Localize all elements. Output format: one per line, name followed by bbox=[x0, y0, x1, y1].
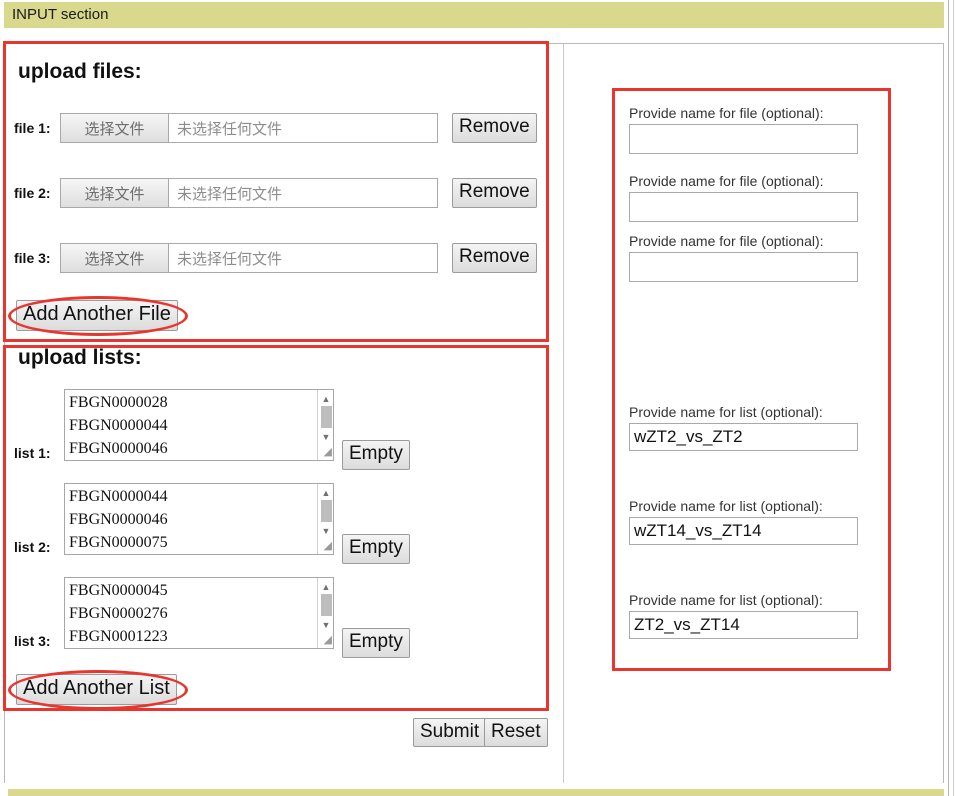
column-divider bbox=[563, 44, 564, 783]
list-name-label: Provide name for list (optional): bbox=[629, 498, 823, 514]
triangle-down-icon[interactable]: ▼ bbox=[318, 524, 333, 538]
choose-file-button[interactable]: 选择文件 bbox=[61, 114, 169, 142]
scrollbar-thumb[interactable] bbox=[321, 500, 332, 522]
triangle-up-icon[interactable]: ▲ bbox=[318, 580, 333, 594]
list-name-label: Provide name for list (optional): bbox=[629, 592, 823, 608]
section-footer-bar bbox=[8, 789, 944, 796]
reset-button[interactable]: Reset bbox=[484, 718, 548, 747]
file-name-label: Provide name for file (optional): bbox=[629, 233, 824, 249]
input-section-page: INPUT section upload files: file 1: 选择文件… bbox=[0, 0, 955, 796]
list-textarea-1[interactable]: FBGN0000028 FBGN0000044 FBGN0000046 ▲ ▼ … bbox=[64, 389, 334, 461]
list-row-label: list 3: bbox=[14, 633, 51, 649]
upload-lists-heading: upload lists: bbox=[18, 346, 142, 369]
list-row: list 3: FBGN0000045 FBGN0000276 FBGN0001… bbox=[14, 577, 534, 653]
add-another-list-button[interactable]: Add Another List bbox=[16, 674, 177, 705]
remove-file-button-2[interactable]: Remove bbox=[452, 178, 537, 208]
file-name-group-1: Provide name for file (optional): bbox=[629, 105, 858, 154]
file-row: file 3: 选择文件 未选择任何文件 bbox=[14, 243, 438, 273]
list-row: list 1: FBGN0000028 FBGN0000044 FBGN0000… bbox=[14, 389, 534, 465]
file-input-2[interactable]: 选择文件 未选择任何文件 bbox=[60, 178, 438, 208]
list-row: list 2: FBGN0000044 FBGN0000046 FBGN0000… bbox=[14, 483, 534, 559]
choose-file-button[interactable]: 选择文件 bbox=[61, 244, 169, 272]
empty-list-button-2[interactable]: Empty bbox=[342, 534, 410, 564]
file-name-group-3: Provide name for file (optional): bbox=[629, 233, 858, 282]
file-name-input-1[interactable] bbox=[629, 124, 858, 154]
remove-file-button-3[interactable]: Remove bbox=[452, 243, 537, 273]
file-input-1[interactable]: 选择文件 未选择任何文件 bbox=[60, 113, 438, 143]
list-name-group-2: Provide name for list (optional): bbox=[629, 498, 858, 545]
file-name-display: 未选择任何文件 bbox=[177, 119, 283, 138]
scrollbar-thumb[interactable] bbox=[321, 594, 332, 616]
file-name-label: Provide name for file (optional): bbox=[629, 173, 824, 189]
upload-files-heading: upload files: bbox=[18, 60, 142, 83]
file-row-label: file 1: bbox=[14, 120, 51, 136]
list-textarea-content: FBGN0000045 FBGN0000276 FBGN0001223 bbox=[69, 582, 168, 645]
file-name-group-2: Provide name for file (optional): bbox=[629, 173, 858, 222]
file-name-input-2[interactable] bbox=[629, 192, 858, 222]
scrollbar-thumb[interactable] bbox=[321, 406, 332, 428]
list-textarea-2[interactable]: FBGN0000044 FBGN0000046 FBGN0000075 ▲ ▼ … bbox=[64, 483, 334, 555]
file-row-label: file 3: bbox=[14, 250, 51, 266]
page-right-edge-outer bbox=[953, 0, 954, 796]
file-name-display: 未选择任何文件 bbox=[177, 184, 283, 203]
add-another-file-button[interactable]: Add Another File bbox=[16, 300, 178, 331]
file-name-display: 未选择任何文件 bbox=[177, 249, 283, 268]
empty-list-button-1[interactable]: Empty bbox=[342, 440, 410, 470]
empty-list-button-3[interactable]: Empty bbox=[342, 628, 410, 658]
list-name-input-2[interactable] bbox=[629, 517, 858, 545]
section-header-bar: INPUT section bbox=[4, 2, 944, 28]
resize-grip-icon[interactable]: ◢ bbox=[321, 448, 332, 459]
file-name-label: Provide name for file (optional): bbox=[629, 105, 824, 121]
triangle-up-icon[interactable]: ▲ bbox=[318, 486, 333, 500]
file-name-input-3[interactable] bbox=[629, 252, 858, 282]
remove-file-button-1[interactable]: Remove bbox=[452, 113, 537, 143]
list-name-label: Provide name for list (optional): bbox=[629, 404, 823, 420]
file-row-label: file 2: bbox=[14, 185, 51, 201]
file-input-3[interactable]: 选择文件 未选择任何文件 bbox=[60, 243, 438, 273]
list-textarea-content: FBGN0000028 FBGN0000044 FBGN0000046 bbox=[69, 394, 168, 457]
list-textarea-content: FBGN0000044 FBGN0000046 FBGN0000075 bbox=[69, 488, 168, 551]
section-title: INPUT section bbox=[12, 6, 109, 23]
list-name-group-1: Provide name for list (optional): bbox=[629, 404, 858, 451]
resize-grip-icon[interactable]: ◢ bbox=[321, 542, 332, 553]
list-name-input-3[interactable] bbox=[629, 611, 858, 639]
submit-button[interactable]: Submit bbox=[413, 718, 487, 747]
file-row: file 1: 选择文件 未选择任何文件 bbox=[14, 113, 438, 143]
triangle-up-icon[interactable]: ▲ bbox=[318, 392, 333, 406]
list-row-label: list 2: bbox=[14, 539, 51, 555]
list-name-input-1[interactable] bbox=[629, 423, 858, 451]
triangle-down-icon[interactable]: ▼ bbox=[318, 618, 333, 632]
choose-file-button[interactable]: 选择文件 bbox=[61, 179, 169, 207]
triangle-down-icon[interactable]: ▼ bbox=[318, 430, 333, 444]
page-right-edge bbox=[948, 0, 949, 796]
list-name-group-3: Provide name for list (optional): bbox=[629, 592, 858, 639]
file-row: file 2: 选择文件 未选择任何文件 bbox=[14, 178, 438, 208]
list-textarea-3[interactable]: FBGN0000045 FBGN0000276 FBGN0001223 ▲ ▼ … bbox=[64, 577, 334, 649]
resize-grip-icon[interactable]: ◢ bbox=[321, 636, 332, 647]
list-row-label: list 1: bbox=[14, 445, 51, 461]
